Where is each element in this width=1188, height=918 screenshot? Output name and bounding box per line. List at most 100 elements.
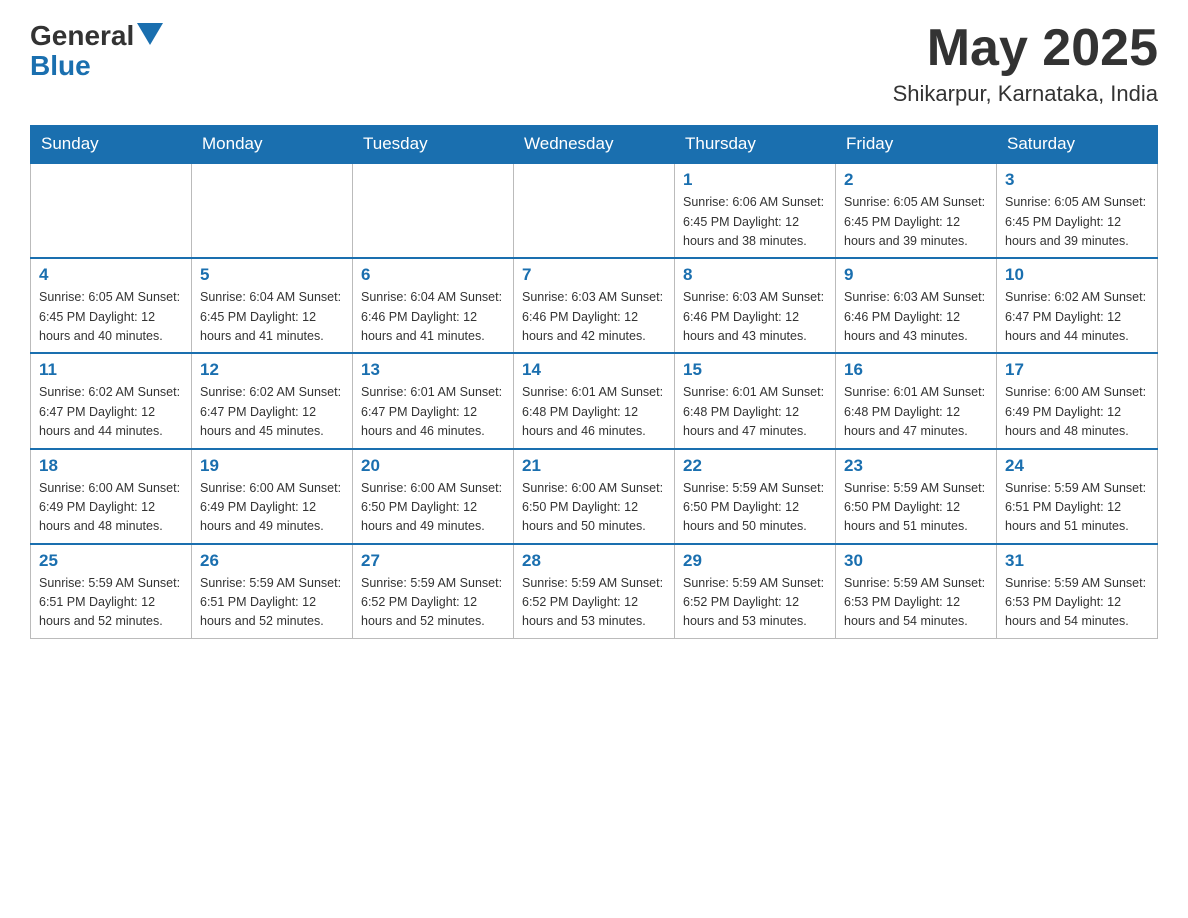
calendar-day-cell: 31 Sunrise: 5:59 AM Sunset: 6:53 PM Dayli… — [997, 544, 1158, 639]
day-info: Sunrise: 6:05 AM Sunset: 6:45 PM Dayligh… — [844, 193, 988, 251]
calendar-day-cell: 9Sunrise: 6:03 AM Sunset: 6:46 PM Daylig… — [836, 258, 997, 353]
calendar-day-cell — [192, 163, 353, 258]
day-number: 21 — [522, 456, 666, 476]
calendar-day-cell: 3 Sunrise: 6:05 AM Sunset: 6:45 PM Daylig… — [997, 163, 1158, 258]
day-info: Sunrise: 5:59 AM Sunset: 6:53 PM Dayligh… — [844, 574, 988, 632]
calendar-day-cell: 30 Sunrise: 5:59 AM Sunset: 6:53 PM Dayli… — [836, 544, 997, 639]
day-info: Sunrise: 6:00 AM Sunset: 6:49 PM Dayligh… — [1005, 383, 1149, 441]
day-number: 8 — [683, 265, 827, 285]
day-number: 9 — [844, 265, 988, 285]
day-number: 5 — [200, 265, 344, 285]
day-info: Sunrise: 6:00 AM Sunset: 6:49 PM Dayligh… — [39, 479, 183, 537]
day-number: 10 — [1005, 265, 1149, 285]
day-info: Sunrise: 5:59 AM Sunset: 6:52 PM Dayligh… — [522, 574, 666, 632]
day-number: 4 — [39, 265, 183, 285]
day-info: Sunrise: 5:59 AM Sunset: 6:50 PM Dayligh… — [844, 479, 988, 537]
calendar-day-cell: 13 Sunrise: 6:01 AM Sunset: 6:47 PM Dayli… — [353, 353, 514, 448]
day-number: 27 — [361, 551, 505, 571]
day-info: Sunrise: 5:59 AM Sunset: 6:52 PM Dayligh… — [361, 574, 505, 632]
day-number: 23 — [844, 456, 988, 476]
day-info: Sunrise: 6:03 AM Sunset: 6:46 PM Dayligh… — [522, 288, 666, 346]
day-info: Sunrise: 6:01 AM Sunset: 6:47 PM Dayligh… — [361, 383, 505, 441]
calendar-day-cell: 8 Sunrise: 6:03 AM Sunset: 6:46 PM Daylig… — [675, 258, 836, 353]
day-info: Sunrise: 6:01 AM Sunset: 6:48 PM Dayligh… — [844, 383, 988, 441]
day-info: Sunrise: 6:02 AM Sunset: 6:47 PM Dayligh… — [39, 383, 183, 441]
calendar-col-header: Thursday — [675, 126, 836, 164]
calendar-day-cell: 5Sunrise: 6:04 AM Sunset: 6:45 PM Daylig… — [192, 258, 353, 353]
calendar-day-cell — [353, 163, 514, 258]
day-number: 1 — [683, 170, 827, 190]
calendar-day-cell: 7 Sunrise: 6:03 AM Sunset: 6:46 PM Daylig… — [514, 258, 675, 353]
calendar-day-cell: 19Sunrise: 6:00 AM Sunset: 6:49 PM Dayli… — [192, 449, 353, 544]
calendar-day-cell: 29 Sunrise: 5:59 AM Sunset: 6:52 PM Dayli… — [675, 544, 836, 639]
day-number: 17 — [1005, 360, 1149, 380]
calendar-day-cell: 23 Sunrise: 5:59 AM Sunset: 6:50 PM Dayli… — [836, 449, 997, 544]
calendar-day-cell: 17 Sunrise: 6:00 AM Sunset: 6:49 PM Dayli… — [997, 353, 1158, 448]
calendar-day-cell: 18Sunrise: 6:00 AM Sunset: 6:49 PM Dayli… — [31, 449, 192, 544]
day-info: Sunrise: 6:05 AM Sunset: 6:45 PM Dayligh… — [1005, 193, 1149, 251]
day-info: Sunrise: 6:00 AM Sunset: 6:49 PM Dayligh… — [200, 479, 344, 537]
calendar-col-header: Friday — [836, 126, 997, 164]
day-number: 16 — [844, 360, 988, 380]
title-block: May 2025 Shikarpur, Karnataka, India — [893, 20, 1158, 107]
calendar-day-cell: 6 Sunrise: 6:04 AM Sunset: 6:46 PM Daylig… — [353, 258, 514, 353]
day-info: Sunrise: 6:00 AM Sunset: 6:50 PM Dayligh… — [361, 479, 505, 537]
day-number: 29 — [683, 551, 827, 571]
day-number: 22 — [683, 456, 827, 476]
calendar-col-header: Monday — [192, 126, 353, 164]
day-number: 15 — [683, 360, 827, 380]
calendar-day-cell: 2 Sunrise: 6:05 AM Sunset: 6:45 PM Daylig… — [836, 163, 997, 258]
day-info: Sunrise: 5:59 AM Sunset: 6:51 PM Dayligh… — [200, 574, 344, 632]
day-number: 2 — [844, 170, 988, 190]
day-number: 12 — [200, 360, 344, 380]
day-number: 28 — [522, 551, 666, 571]
calendar-week-row: 18Sunrise: 6:00 AM Sunset: 6:49 PM Dayli… — [31, 449, 1158, 544]
day-number: 11 — [39, 360, 183, 380]
day-info: Sunrise: 5:59 AM Sunset: 6:51 PM Dayligh… — [1005, 479, 1149, 537]
logo-blue-text: Blue — [30, 52, 91, 80]
calendar-header-row: SundayMondayTuesdayWednesdayThursdayFrid… — [31, 126, 1158, 164]
day-info: Sunrise: 6:02 AM Sunset: 6:47 PM Dayligh… — [200, 383, 344, 441]
day-number: 3 — [1005, 170, 1149, 190]
day-info: Sunrise: 6:05 AM Sunset: 6:45 PM Dayligh… — [39, 288, 183, 346]
calendar-day-cell — [31, 163, 192, 258]
day-number: 7 — [522, 265, 666, 285]
calendar-day-cell: 24Sunrise: 5:59 AM Sunset: 6:51 PM Dayli… — [997, 449, 1158, 544]
day-info: Sunrise: 5:59 AM Sunset: 6:52 PM Dayligh… — [683, 574, 827, 632]
day-info: Sunrise: 6:02 AM Sunset: 6:47 PM Dayligh… — [1005, 288, 1149, 346]
day-number: 6 — [361, 265, 505, 285]
day-number: 13 — [361, 360, 505, 380]
calendar-week-row: 4 Sunrise: 6:05 AM Sunset: 6:45 PM Daylig… — [31, 258, 1158, 353]
day-info: Sunrise: 6:03 AM Sunset: 6:46 PM Dayligh… — [683, 288, 827, 346]
calendar-day-cell: 10 Sunrise: 6:02 AM Sunset: 6:47 PM Dayli… — [997, 258, 1158, 353]
day-number: 30 — [844, 551, 988, 571]
calendar-col-header: Tuesday — [353, 126, 514, 164]
day-info: Sunrise: 5:59 AM Sunset: 6:53 PM Dayligh… — [1005, 574, 1149, 632]
calendar-day-cell: 12 Sunrise: 6:02 AM Sunset: 6:47 PM Dayli… — [192, 353, 353, 448]
day-number: 31 — [1005, 551, 1149, 571]
calendar-day-cell: 22 Sunrise: 5:59 AM Sunset: 6:50 PM Dayli… — [675, 449, 836, 544]
month-year-title: May 2025 — [893, 20, 1158, 77]
calendar-week-row: 25 Sunrise: 5:59 AM Sunset: 6:51 PM Dayli… — [31, 544, 1158, 639]
calendar-week-row: 11 Sunrise: 6:02 AM Sunset: 6:47 PM Dayli… — [31, 353, 1158, 448]
logo-triangle-icon — [137, 23, 163, 45]
calendar-week-row: 1Sunrise: 6:06 AM Sunset: 6:45 PM Daylig… — [31, 163, 1158, 258]
calendar-day-cell: 28 Sunrise: 5:59 AM Sunset: 6:52 PM Dayli… — [514, 544, 675, 639]
day-info: Sunrise: 6:01 AM Sunset: 6:48 PM Dayligh… — [683, 383, 827, 441]
day-info: Sunrise: 6:00 AM Sunset: 6:50 PM Dayligh… — [522, 479, 666, 537]
calendar-col-header: Wednesday — [514, 126, 675, 164]
calendar-day-cell — [514, 163, 675, 258]
logo-general-text: General — [30, 20, 134, 52]
day-number: 25 — [39, 551, 183, 571]
day-info: Sunrise: 6:04 AM Sunset: 6:46 PM Dayligh… — [361, 288, 505, 346]
day-info: Sunrise: 5:59 AM Sunset: 6:50 PM Dayligh… — [683, 479, 827, 537]
calendar-col-header: Saturday — [997, 126, 1158, 164]
day-number: 26 — [200, 551, 344, 571]
calendar-day-cell: 16 Sunrise: 6:01 AM Sunset: 6:48 PM Dayli… — [836, 353, 997, 448]
calendar-day-cell: 27 Sunrise: 5:59 AM Sunset: 6:52 PM Dayli… — [353, 544, 514, 639]
location-subtitle: Shikarpur, Karnataka, India — [893, 81, 1158, 107]
page-header: General Blue May 2025 Shikarpur, Karnata… — [30, 20, 1158, 107]
day-number: 14 — [522, 360, 666, 380]
calendar-day-cell: 20Sunrise: 6:00 AM Sunset: 6:50 PM Dayli… — [353, 449, 514, 544]
logo: General Blue — [30, 20, 163, 80]
